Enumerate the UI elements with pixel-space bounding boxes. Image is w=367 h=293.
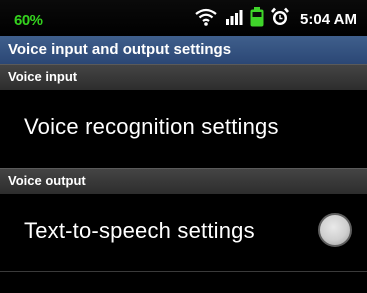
list-divider bbox=[0, 271, 367, 272]
item-label: Text-to-speech settings bbox=[24, 218, 255, 243]
clock: 5:04 AM bbox=[300, 10, 357, 28]
status-bar: 60% 5:04 AM bbox=[0, 0, 367, 36]
title-bar: Voice input and output settings bbox=[0, 36, 367, 64]
status-icons: 5:04 AM bbox=[194, 6, 357, 32]
item-label: Voice recognition settings bbox=[24, 114, 279, 139]
signal-icon bbox=[225, 8, 243, 31]
radio-button[interactable] bbox=[318, 213, 352, 247]
section-header-label: Voice output bbox=[8, 173, 86, 188]
battery-icon bbox=[250, 6, 264, 32]
section-header-voice-output: Voice output bbox=[0, 168, 367, 194]
text-to-speech-settings-item[interactable]: Text-to-speech settings bbox=[0, 194, 367, 270]
section-header-voice-input: Voice input bbox=[0, 64, 367, 90]
screen-title: Voice input and output settings bbox=[8, 41, 232, 58]
wifi-icon bbox=[194, 7, 218, 32]
battery-percent: 60% bbox=[14, 12, 43, 29]
alarm-icon bbox=[271, 7, 290, 32]
voice-recognition-settings-item[interactable]: Voice recognition settings bbox=[0, 90, 367, 166]
section-header-label: Voice input bbox=[8, 69, 78, 84]
